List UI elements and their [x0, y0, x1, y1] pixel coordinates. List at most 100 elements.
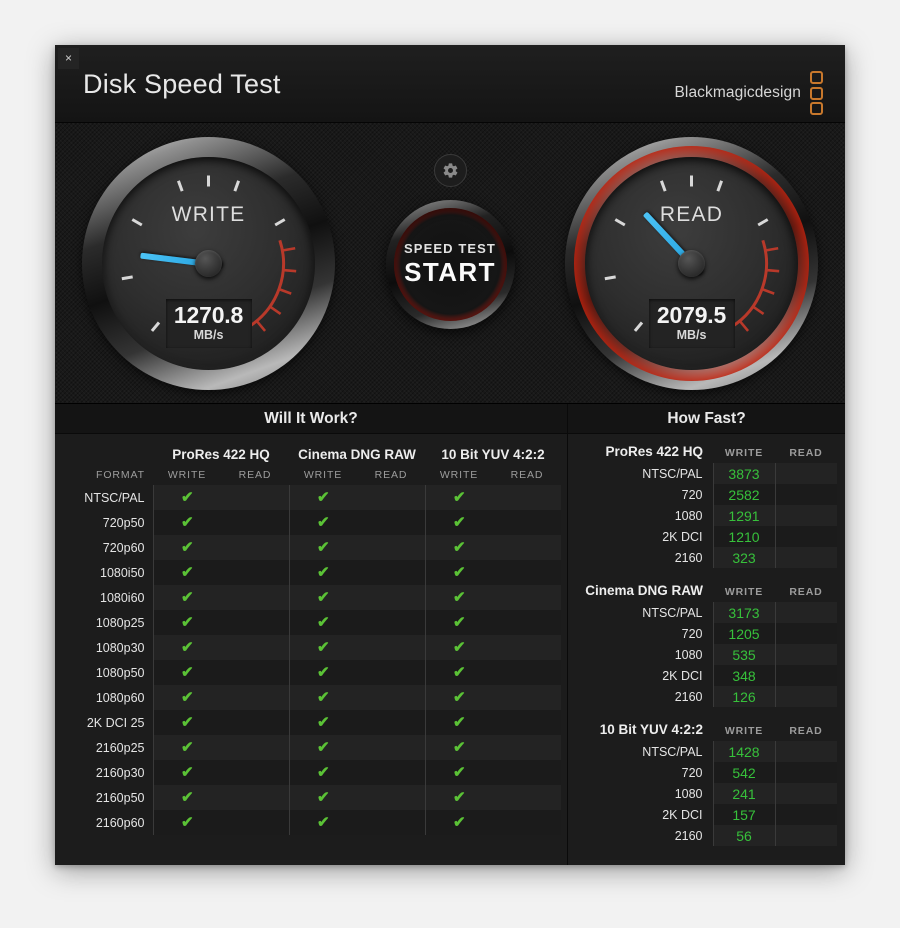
support-cell [357, 485, 425, 510]
table-row: 720p50 ✔ ✔ ✔ [61, 510, 561, 535]
codec-header-2: Cinema DNG RAW [298, 447, 416, 462]
how-fast-block-2: Cinema DNG RAW WRITE READ NTSC/PAL 3173 720 12… [570, 579, 837, 707]
format-label: 2160p25 [61, 735, 154, 760]
write-speed-value: 3873 [713, 463, 775, 484]
codec-header-row: ProRes 422 HQ Cinema DNG RAW 10 Bit YUV 4:… [61, 440, 561, 464]
table-row: 1080p30 ✔ ✔ ✔ [61, 635, 561, 660]
table-row: 2160 323 [570, 547, 837, 568]
read-speed-value [774, 505, 837, 526]
support-cell: ✔ [288, 785, 357, 810]
support-cell: ✔ [153, 510, 221, 535]
check-icon: ✔ [180, 563, 194, 581]
check-icon: ✔ [452, 788, 466, 806]
support-cell [493, 585, 561, 610]
column-header-write: WRITE [724, 725, 764, 737]
format-header: FORMAT [96, 469, 145, 481]
format-label: 720p50 [61, 510, 154, 535]
write-speed-value: 1210 [713, 526, 775, 547]
check-icon: ✔ [180, 588, 194, 606]
table-row: 2K DCI 348 [570, 665, 837, 686]
format-label: 1080i60 [61, 585, 154, 610]
format-label: 2160p50 [61, 785, 154, 810]
check-icon: ✔ [180, 738, 194, 756]
table-row: 2160 56 [570, 825, 837, 846]
check-icon: ✔ [452, 488, 466, 506]
how-fast-panel: How Fast? ProRes 422 HQ WRITE READ NTSC/PAL… [568, 404, 845, 865]
check-icon: ✔ [180, 488, 194, 506]
format-label: 720 [570, 762, 714, 783]
read-gauge: READ 2079.5 MB/s [565, 137, 818, 390]
support-cell: ✔ [288, 485, 357, 510]
write-speed-value: 1205 [713, 623, 775, 644]
brand-square-3 [810, 102, 823, 115]
start-button-inner: SPEED TEST START [393, 208, 507, 321]
check-icon: ✔ [316, 738, 330, 756]
how-fast-body: ProRes 422 HQ WRITE READ NTSC/PAL 3873 720 258… [568, 434, 845, 857]
support-cell [357, 785, 425, 810]
support-cell: ✔ [153, 635, 221, 660]
page-title: Disk Speed Test [83, 69, 281, 99]
will-it-work-body: ProRes 422 HQ Cinema DNG RAW 10 Bit YUV 4:… [55, 434, 567, 835]
support-cell: ✔ [424, 810, 493, 835]
brand-logo: Blackmagicdesign [674, 71, 823, 115]
how-fast-block-1: ProRes 422 HQ WRITE READ NTSC/PAL 3873 720 258… [570, 440, 837, 568]
format-label: 2160p30 [61, 760, 154, 785]
check-icon: ✔ [180, 538, 194, 556]
support-cell: ✔ [153, 685, 221, 710]
table-row: 720 1205 [570, 623, 837, 644]
check-icon: ✔ [452, 813, 466, 831]
support-cell: ✔ [153, 610, 221, 635]
support-cell [221, 585, 289, 610]
center-control: SPEED TEST START [380, 135, 520, 329]
support-cell: ✔ [288, 735, 357, 760]
column-header-write: WRITE [724, 586, 764, 598]
check-icon: ✔ [452, 738, 466, 756]
how-fast-block-3: 10 Bit YUV 4:2:2 WRITE READ NTSC/PAL 1428 720… [570, 718, 837, 846]
column-header-write: WRITE [724, 447, 764, 459]
subheader-1-write: WRITE [167, 469, 207, 481]
table-row: 2K DCI 25 ✔ ✔ ✔ [61, 710, 561, 735]
check-icon: ✔ [316, 563, 330, 581]
check-icon: ✔ [316, 788, 330, 806]
format-label: NTSC/PAL [570, 602, 714, 623]
support-cell [493, 660, 561, 685]
support-cell [221, 510, 289, 535]
support-cell: ✔ [424, 485, 493, 510]
table-row: 2160p60 ✔ ✔ ✔ [61, 810, 561, 835]
check-icon: ✔ [180, 763, 194, 781]
write-gauge-hub [195, 250, 222, 277]
subheader-2-write: WRITE [303, 469, 343, 481]
support-cell: ✔ [424, 660, 493, 685]
support-cell: ✔ [288, 685, 357, 710]
support-cell [221, 810, 289, 835]
format-label: NTSC/PAL [570, 741, 714, 762]
support-cell [357, 585, 425, 610]
support-cell [221, 635, 289, 660]
check-icon: ✔ [180, 788, 194, 806]
support-cell: ✔ [153, 660, 221, 685]
read-speed-value [774, 623, 837, 644]
check-icon: ✔ [452, 613, 466, 631]
gear-glyph [443, 163, 457, 178]
write-readout: 1270.8 MB/s [165, 298, 252, 348]
check-icon: ✔ [316, 638, 330, 656]
brand-square-1 [810, 71, 823, 84]
support-cell [357, 810, 425, 835]
support-cell [493, 560, 561, 585]
table-row: 2160p30 ✔ ✔ ✔ [61, 760, 561, 785]
gear-icon[interactable] [433, 154, 467, 187]
support-cell: ✔ [424, 685, 493, 710]
support-cell [221, 610, 289, 635]
format-label: 2160 [570, 686, 714, 707]
support-cell [221, 535, 289, 560]
format-label: 1080p30 [61, 635, 154, 660]
support-cell [357, 510, 425, 535]
column-header-read: READ [789, 586, 823, 598]
write-gauge-label: WRITE [171, 203, 246, 226]
table-row: 1080 241 [570, 783, 837, 804]
check-icon: ✔ [180, 638, 194, 656]
close-button[interactable]: × [58, 48, 79, 69]
speed-test-start-button[interactable]: SPEED TEST START [385, 200, 515, 329]
support-cell: ✔ [288, 535, 357, 560]
support-cell: ✔ [153, 485, 221, 510]
